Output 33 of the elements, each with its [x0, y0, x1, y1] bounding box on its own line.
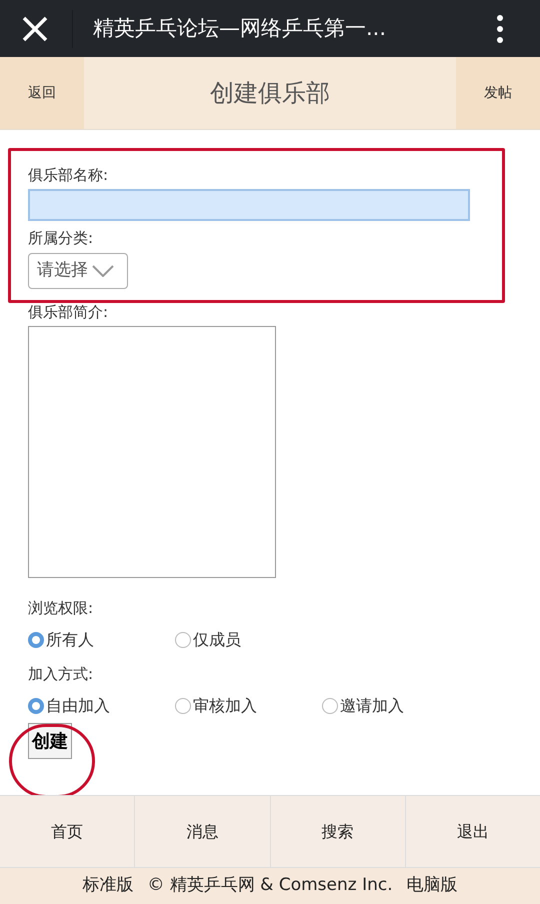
- nav-tab[interactable]: 消息: [135, 796, 270, 867]
- standard-version-link[interactable]: 标准版: [82, 873, 134, 899]
- nav-tab[interactable]: 退出: [406, 796, 540, 867]
- field-label: 俱乐部名称:: [28, 165, 110, 186]
- back-button[interactable]: 返回: [0, 57, 84, 129]
- radio-button[interactable]: [322, 698, 338, 714]
- create-button[interactable]: 创建: [28, 723, 72, 759]
- intro-field[interactable]: [28, 326, 276, 578]
- radio-button[interactable]: [28, 632, 44, 648]
- more-icon[interactable]: [496, 14, 504, 44]
- post-button[interactable]: 发帖: [456, 57, 540, 129]
- radio-option[interactable]: 邀请加入: [322, 695, 469, 717]
- field-label: 俱乐部简介:: [28, 302, 110, 323]
- name-field[interactable]: [28, 189, 470, 221]
- chevron-down-icon: [92, 265, 114, 277]
- window-title: 精英乒乓论坛—网络乒乓第一...: [93, 14, 386, 42]
- nav-tab[interactable]: 搜索: [270, 796, 406, 867]
- close-icon[interactable]: [22, 16, 48, 42]
- radio-option[interactable]: 自由加入: [28, 695, 175, 717]
- radio-button[interactable]: [28, 698, 44, 714]
- radio-button[interactable]: [175, 632, 191, 648]
- radio-option[interactable]: 仅成员: [175, 629, 322, 651]
- field-label: 所属分类:: [28, 228, 94, 249]
- radio-option[interactable]: 审核加入: [175, 695, 322, 717]
- desktop-version-link[interactable]: 电脑版: [406, 873, 458, 899]
- nav-tab[interactable]: 首页: [0, 796, 136, 867]
- radio-option[interactable]: 所有人: [28, 629, 175, 651]
- field-label: 浏览权限:: [28, 598, 94, 619]
- field-label: 加入方式:: [28, 664, 94, 685]
- radio-button[interactable]: [175, 698, 191, 714]
- category-select[interactable]: 请选择: [28, 253, 128, 289]
- page-title: 创建俱乐部: [84, 57, 456, 129]
- copyright-text: © 精英乒乓网 & Comsenz Inc.: [147, 874, 393, 898]
